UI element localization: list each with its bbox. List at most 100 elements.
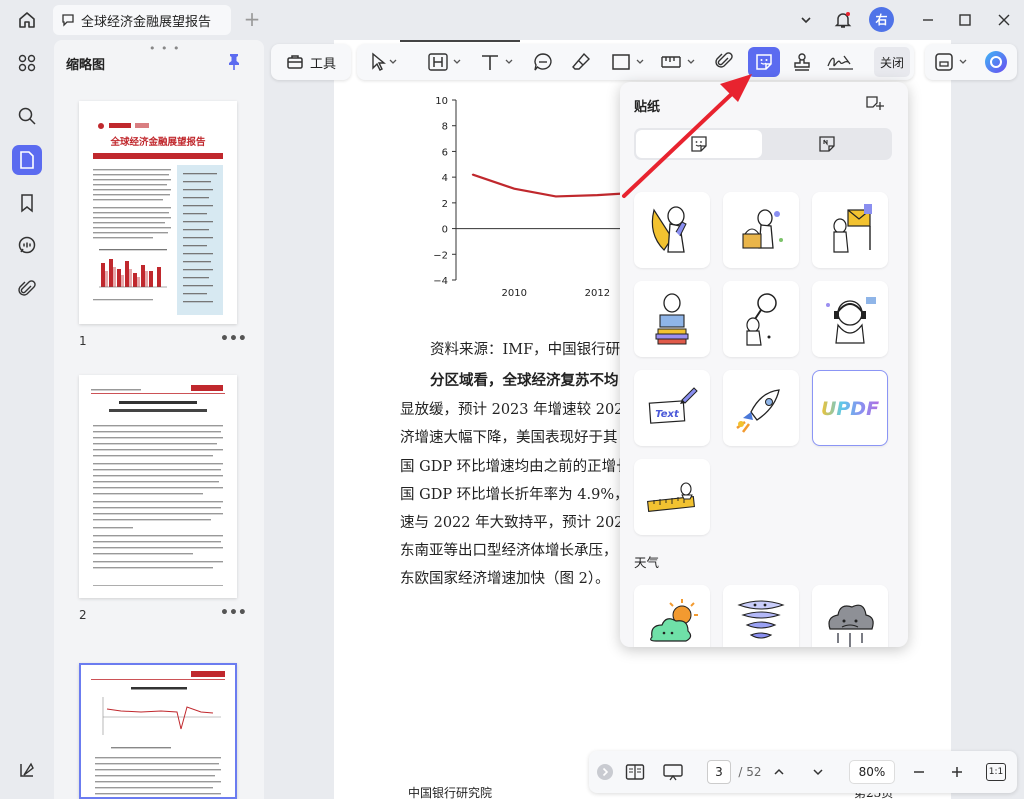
rectangle-icon [612,54,644,70]
sticker-weather-tornado[interactable] [723,585,799,647]
sticker-weather-storm[interactable] [812,585,888,647]
user-avatar[interactable]: 右 [869,7,894,32]
page-thumbnail-1[interactable]: 全球经济金融展望报告 [79,101,237,324]
page-number-1: 1 [79,334,87,348]
sticker-tool[interactable] [748,47,780,77]
sticker-character-mailbox[interactable] [812,192,888,268]
sticker-rocket[interactable] [723,370,799,446]
document-tab[interactable]: 全球经济金融展望报告 [53,5,231,35]
body-line-4: 国 GDP 环比增长折年率为 4.9%， [400,487,629,503]
sticker-weather-sun-cloud[interactable] [634,585,710,647]
actual-size-button[interactable]: 1:1 [985,759,1007,785]
minimize-button[interactable] [918,8,938,32]
sticker-character-headset[interactable] [812,281,888,357]
attachments-button[interactable] [12,274,42,304]
home-button[interactable] [14,8,40,32]
current-page-input[interactable]: 3 [707,760,731,784]
apps-button[interactable] [12,48,42,78]
tools-label: 工具 [309,56,336,72]
comment-tool[interactable] [529,47,557,77]
attach-tool[interactable] [710,47,738,77]
page-more-1[interactable]: ••• [220,331,247,347]
paperclip-icon [715,52,733,68]
stamp-icon [794,53,810,71]
comment-icon [62,14,74,27]
measure-tool[interactable] [657,47,701,77]
sticker-updf[interactable]: UPDF [812,370,888,446]
page-layout-button[interactable] [623,759,647,785]
data-point [513,187,516,190]
save-icon [935,53,967,71]
character-basket-sticker [742,209,783,249]
rocket-sticker [736,389,780,433]
dropdown-button[interactable] [796,8,816,32]
sticker-character-magnifier[interactable] [723,281,799,357]
sticker-character-reading[interactable] [634,192,710,268]
right-tools [925,44,1017,80]
stamp-tool[interactable] [788,47,816,77]
body-line-1: 显放缓，预计 2023 年增速较 2022 [400,402,633,418]
sticker-ruler[interactable] [634,459,710,535]
source-note: 资料来源：IMF，中国银行研究 [430,342,635,358]
y-tick-label: 2 [442,199,448,210]
page-thumbnail-3[interactable] [79,663,237,799]
shape-tool[interactable] [607,47,651,77]
thumbnails-button[interactable] [12,145,42,175]
presentation-icon [663,764,683,781]
body-line-7: 东欧国家经济增速加快（图 2）。 [400,571,610,587]
character-headset-sticker [826,297,876,344]
comments-icon [18,236,36,254]
sticker-tab-emoji[interactable] [636,130,762,158]
grid-icon [18,54,36,72]
cursor-icon [372,52,397,71]
layers-button[interactable] [12,755,42,785]
page-more-2[interactable]: ••• [220,605,247,621]
maximize-icon [959,14,971,26]
sticker-text[interactable]: Text [634,370,710,446]
select-tool[interactable] [365,47,403,77]
panel-grip[interactable]: • • • [149,42,180,55]
bookmarks-button[interactable] [12,188,42,218]
zoom-out-button[interactable] [909,759,929,785]
chevron-right-icon [597,764,613,780]
search-button[interactable] [12,101,42,131]
highlight-tool[interactable] [425,47,465,77]
close-toolbar-button[interactable]: 关闭 [874,47,910,77]
ruler-sticker [646,482,696,512]
previous-page-button[interactable] [769,759,789,785]
pin-sticker-icon[interactable] [864,94,886,114]
text-tool[interactable] [477,47,517,77]
sticker-character-books[interactable] [634,281,710,357]
chevron-down-icon [801,17,811,24]
new-tab-button[interactable]: + [242,9,262,29]
y-tick-label: 8 [442,122,448,133]
sticker-character-basket[interactable] [723,192,799,268]
page-footer: 中国银行研究院 [408,786,493,799]
next-page-button[interactable] [808,759,828,785]
book-layout-icon [625,764,645,780]
zoom-in-button[interactable] [947,759,967,785]
bookmark-icon [21,194,33,213]
close-window-button[interactable] [994,8,1014,32]
tornado-sticker [737,600,785,639]
comments-button[interactable] [12,230,42,260]
sticker-tab-notes[interactable] [764,130,890,158]
eraser-tool[interactable] [567,47,595,77]
presentation-button[interactable] [661,759,685,785]
page-thumbnail-2[interactable] [79,375,237,598]
data-point [555,195,557,198]
ai-assistant-icon [985,51,1007,73]
signature-tool[interactable] [824,47,858,77]
actual-size-label: 1:1 [986,763,1006,781]
zoom-level[interactable]: 80% [849,760,895,784]
text-sticker-label: Text [655,409,680,420]
collapse-bar-button[interactable] [596,759,614,785]
tools-button[interactable]: 工具 [271,44,351,80]
maximize-button[interactable] [955,8,975,32]
ai-assistant-button[interactable] [981,47,1011,77]
notification-button[interactable] [832,8,854,32]
save-button[interactable] [931,47,975,77]
character-books-sticker [655,293,689,345]
left-rail [0,40,54,799]
pin-icon[interactable] [226,53,242,71]
